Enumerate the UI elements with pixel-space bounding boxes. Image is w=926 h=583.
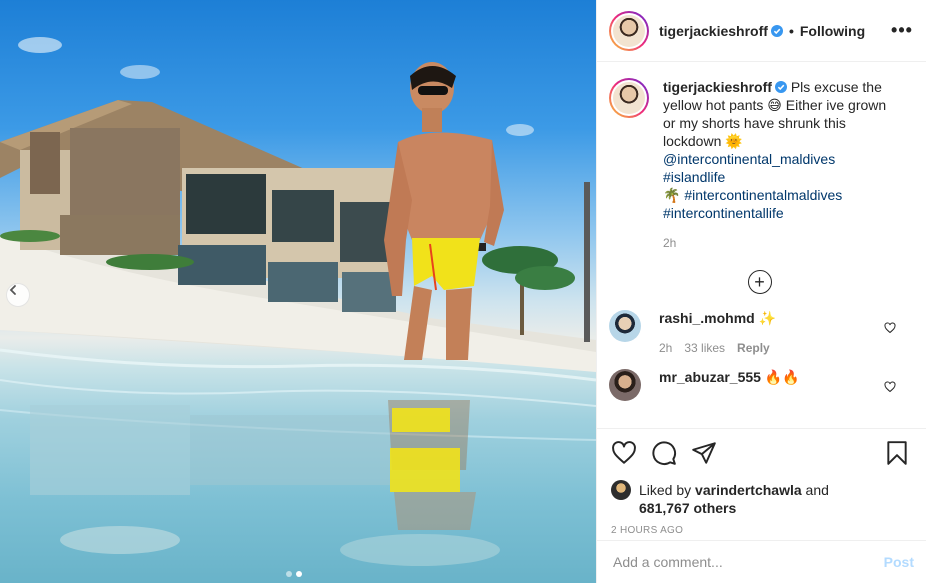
- likes-summary: Liked by varindertchawla and 681,767 oth…: [611, 480, 910, 517]
- caption-time: 2h: [663, 236, 677, 250]
- verified-badge-icon: [774, 81, 787, 93]
- liker-avatar[interactable]: [611, 480, 631, 500]
- instagram-post: tigerjackieshroff • Following ••• tigerj…: [0, 0, 926, 583]
- author-avatar-image: [613, 14, 645, 47]
- sun-emoji: 🌞: [725, 133, 743, 149]
- comment-reply-button[interactable]: Reply: [737, 341, 770, 355]
- share-paper-plane-icon[interactable]: [691, 440, 717, 466]
- author-avatar[interactable]: [609, 10, 649, 51]
- chevron-left-icon: [9, 285, 16, 295]
- add-comment-bar: Add a comment... Post: [597, 540, 926, 583]
- caption-username[interactable]: tigerjackieshroff: [663, 79, 772, 95]
- comment-like-heart-icon[interactable]: [884, 322, 896, 334]
- comment-likes[interactable]: 33 likes: [684, 341, 725, 355]
- comment-like-heart-icon[interactable]: [884, 381, 896, 393]
- post-header: tigerjackieshroff • Following •••: [597, 0, 926, 62]
- post-caption: tigerjackieshroff Pls excuse the yellow …: [609, 78, 910, 252]
- following-button[interactable]: Following: [800, 23, 865, 39]
- sweat-smile-emoji: 😅: [767, 97, 782, 113]
- load-more-comments-button[interactable]: +: [747, 270, 772, 294]
- carousel-prev-button[interactable]: [6, 283, 30, 307]
- comment-username[interactable]: rashi_.mohmd: [659, 310, 755, 326]
- comment-item: rashi_.mohmd ✨ 2h 33 likes Reply: [609, 310, 910, 355]
- hashtag-intercontinentalmaldives[interactable]: #intercontinentalmaldives: [684, 187, 842, 203]
- comment-time: 2h: [659, 341, 673, 355]
- comment-username[interactable]: mr_abuzar_555: [659, 369, 761, 385]
- more-options-icon[interactable]: •••: [890, 20, 914, 41]
- comment-text: 🔥🔥: [764, 369, 800, 385]
- likes-prefix: Liked by: [639, 482, 696, 498]
- liker-username[interactable]: varindertchawla: [695, 482, 802, 498]
- save-bookmark-icon[interactable]: [884, 440, 910, 466]
- likes-count[interactable]: 681,767 others: [639, 500, 736, 516]
- comment-bubble-icon[interactable]: [651, 440, 677, 466]
- header-separator: •: [788, 22, 794, 39]
- comments-scroll-area[interactable]: tigerjackieshroff Pls excuse the yellow …: [597, 62, 926, 428]
- carousel-dot: [286, 571, 292, 577]
- post-timestamp: 2 HOURS AGO: [611, 525, 684, 536]
- mention-link[interactable]: @intercontinental_maldives: [663, 151, 835, 167]
- post-comment-button[interactable]: Post: [884, 554, 914, 570]
- hashtag-islandlife[interactable]: #islandlife: [663, 169, 725, 185]
- comment-item: mr_abuzar_555 🔥🔥: [609, 369, 910, 401]
- verified-badge-icon: [770, 24, 783, 37]
- palm-tree-emoji: 🌴: [663, 187, 681, 203]
- carousel-dot-active: [296, 571, 302, 577]
- beach-scene-image: [0, 37, 596, 566]
- add-comment-input[interactable]: Add a comment...: [613, 554, 884, 570]
- post-side-panel: tigerjackieshroff • Following ••• tigerj…: [596, 0, 926, 583]
- caption-author-avatar[interactable]: [609, 78, 649, 118]
- carousel-indicator: [286, 571, 302, 577]
- load-more-comments: +: [609, 270, 910, 294]
- commenter-avatar[interactable]: [609, 310, 641, 342]
- post-photo[interactable]: [0, 0, 596, 583]
- commenter-avatar[interactable]: [609, 369, 641, 401]
- comment-text: ✨: [758, 310, 777, 326]
- author-username[interactable]: tigerjackieshroff: [659, 23, 768, 39]
- like-heart-icon[interactable]: [611, 440, 637, 466]
- likes-mid: and: [801, 482, 829, 498]
- post-actions: Liked by varindertchawla and 681,767 oth…: [597, 428, 926, 536]
- hashtag-intercontinentallife[interactable]: #intercontinentallife: [663, 205, 784, 221]
